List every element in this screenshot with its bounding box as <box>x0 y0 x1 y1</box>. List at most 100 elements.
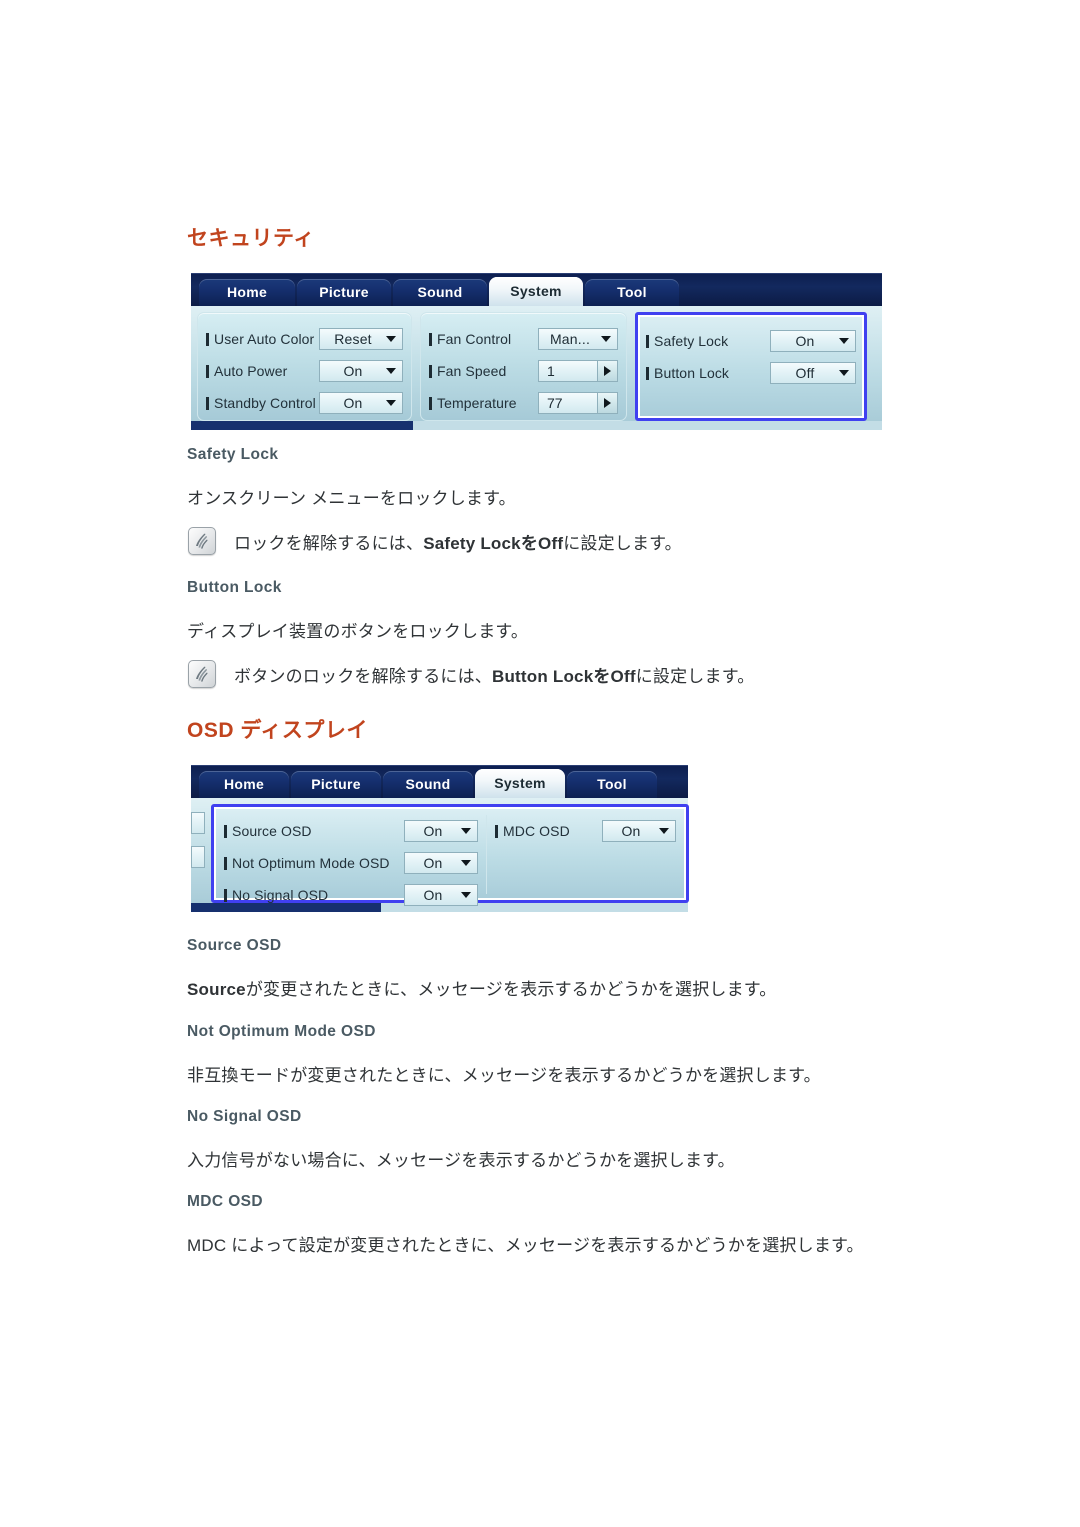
spinner-fan-speed[interactable]: 1 <box>538 360 618 382</box>
combo-value: On <box>423 887 443 903</box>
combo-value: On <box>621 823 641 839</box>
osd-group-security-highlight: Safety Lock On Button Lock Off <box>635 312 867 421</box>
row-safety-lock: Safety Lock On <box>646 325 856 357</box>
combo-auto-power[interactable]: On <box>319 360 403 382</box>
row-temperature: Temperature 77 <box>429 387 618 419</box>
body-button-lock: ディスプレイ装置のボタンをロックします。 <box>187 622 529 641</box>
combo-mdc-osd[interactable]: On <box>602 820 676 842</box>
chevron-down-icon <box>461 828 471 834</box>
chevron-down-icon <box>386 400 396 406</box>
combo-value: Off <box>795 365 815 381</box>
footer-track <box>413 421 882 430</box>
row-auto-power: Auto Power On <box>206 355 403 387</box>
chevron-right-icon <box>604 398 611 408</box>
body-no-signal-osd: 入力信号がない場合に、メッセージを表示するかどうかを選択します。 <box>187 1151 735 1170</box>
tab-home[interactable]: Home <box>199 771 289 798</box>
combo-source-osd[interactable]: On <box>404 820 478 842</box>
combo-value: On <box>423 823 443 839</box>
spinner-value[interactable]: 77 <box>538 392 598 414</box>
subheading-button-lock: Button Lock <box>187 579 282 596</box>
osd-display-body: Source OSD On Not Optimum Mode OSD On No… <box>191 798 689 906</box>
label-no-signal-osd: No Signal OSD <box>232 887 329 903</box>
chevron-down-icon <box>461 892 471 898</box>
combo-value: On <box>343 363 363 379</box>
body-mdc-osd: MDC によって設定が変更されたときに、メッセージを表示するかどうかを選択します… <box>187 1236 864 1255</box>
osd-subgroup-left: Source OSD On Not Optimum Mode OSD On No… <box>214 815 486 906</box>
label-standby-control: Standby Control <box>214 395 316 411</box>
note-bold: Safety LockをOff <box>423 533 564 553</box>
combo-user-auto-color[interactable]: Reset <box>319 328 403 350</box>
combo-no-signal-osd[interactable]: On <box>404 884 478 906</box>
row-fan-speed: Fan Speed 1 <box>429 355 618 387</box>
subheading-source-osd: Source OSD <box>187 937 282 954</box>
osd-group-display: User Auto Color Reset Auto Power On Stan… <box>197 312 412 421</box>
combo-value: On <box>343 395 363 411</box>
row-mdc-osd: MDC OSD On <box>495 815 676 847</box>
tab-picture[interactable]: Picture <box>291 771 381 798</box>
spinner-increment-button[interactable] <box>598 360 618 382</box>
label-user-auto-color: User Auto Color <box>214 331 315 347</box>
label-auto-power: Auto Power <box>214 363 288 379</box>
bullet-tick <box>206 396 209 410</box>
document-page: セキュリティ Home Picture Sound System Tool Us… <box>0 0 1080 1527</box>
label-safety-lock: Safety Lock <box>654 333 729 349</box>
footer-progress-segment <box>191 421 413 430</box>
osd-display-panel: Home Picture Sound System Tool Source OS… <box>191 765 689 912</box>
bullet-tick <box>224 824 227 838</box>
label-fan-speed: Fan Speed <box>437 363 507 379</box>
spinner-increment-button[interactable] <box>598 392 618 414</box>
combo-value: On <box>795 333 815 349</box>
combo-fan-control[interactable]: Man... <box>538 328 618 350</box>
body-source-osd: Sourceが変更されたときに、メッセージを表示するかどうかを選択します。 <box>187 975 777 1000</box>
subheading-safety-lock: Safety Lock <box>187 446 279 463</box>
row-user-auto-color: User Auto Color Reset <box>206 323 403 355</box>
bullet-tick <box>224 856 227 870</box>
chevron-down-icon <box>386 368 396 374</box>
spinner-temperature[interactable]: 77 <box>538 392 618 414</box>
note-suffix: に設定します。 <box>635 666 755 686</box>
section-heading-osd-display: OSD ディスプレイ <box>187 719 368 742</box>
tab-tool[interactable]: Tool <box>585 279 679 306</box>
partial-control-stub <box>191 846 205 868</box>
combo-standby-control[interactable]: On <box>319 392 403 414</box>
tab-tool[interactable]: Tool <box>567 771 657 798</box>
chevron-down-icon <box>839 338 849 344</box>
tab-picture[interactable]: Picture <box>297 279 391 306</box>
subheading-no-signal-osd: No Signal OSD <box>187 1108 302 1125</box>
combo-button-lock[interactable]: Off <box>770 362 856 384</box>
subheading-mdc-osd: MDC OSD <box>187 1193 263 1210</box>
tab-system[interactable]: System <box>489 277 583 306</box>
combo-value: Man... <box>549 331 591 347</box>
tab-sound[interactable]: Sound <box>383 771 473 798</box>
osd-subgroup-right: MDC OSD On <box>486 815 686 894</box>
note-text-safety-lock: ロックを解除するには、Safety LockをOffに設定します。 <box>234 529 682 554</box>
label-mdc-osd: MDC OSD <box>503 823 570 839</box>
tab-home[interactable]: Home <box>199 279 295 306</box>
label-not-optimum-mode-osd: Not Optimum Mode OSD <box>232 855 390 871</box>
osd-group-fan: Fan Control Man... Fan Speed 1 Temperatu… <box>420 312 627 421</box>
note-prefix: ロックを解除するには、 <box>234 533 424 553</box>
osd-security-footer <box>191 421 882 430</box>
note-safety-lock: ロックを解除するには、Safety LockをOffに設定します。 <box>188 527 682 555</box>
label-temperature: Temperature <box>437 395 517 411</box>
chevron-down-icon <box>601 336 611 342</box>
note-suffix: に設定します。 <box>563 533 682 553</box>
osd-group-display-highlight: Source OSD On Not Optimum Mode OSD On No… <box>211 804 689 906</box>
subheading-not-optimum-mode-osd: Not Optimum Mode OSD <box>187 1023 376 1040</box>
chevron-down-icon <box>659 828 669 834</box>
body-not-optimum-mode-osd: 非互換モードが変更されたときに、メッセージを表示するかどうかを選択します。 <box>187 1066 821 1085</box>
osd-security-tabbar: Home Picture Sound System Tool <box>191 273 882 306</box>
bullet-tick <box>224 888 227 902</box>
tab-sound[interactable]: Sound <box>393 279 487 306</box>
tab-system[interactable]: System <box>475 769 565 798</box>
note-bold: Button LockをOff <box>492 666 636 686</box>
chevron-down-icon <box>386 336 396 342</box>
spinner-value[interactable]: 1 <box>538 360 598 382</box>
bullet-tick <box>429 396 432 410</box>
row-button-lock: Button Lock Off <box>646 357 856 389</box>
combo-not-optimum-mode-osd[interactable]: On <box>404 852 478 874</box>
body-bold-source: Source <box>187 980 246 999</box>
combo-safety-lock[interactable]: On <box>770 330 856 352</box>
note-button-lock: ボタンのロックを解除するには、Button LockをOffに設定します。 <box>188 660 754 688</box>
row-not-optimum-mode-osd: Not Optimum Mode OSD On <box>224 847 478 879</box>
